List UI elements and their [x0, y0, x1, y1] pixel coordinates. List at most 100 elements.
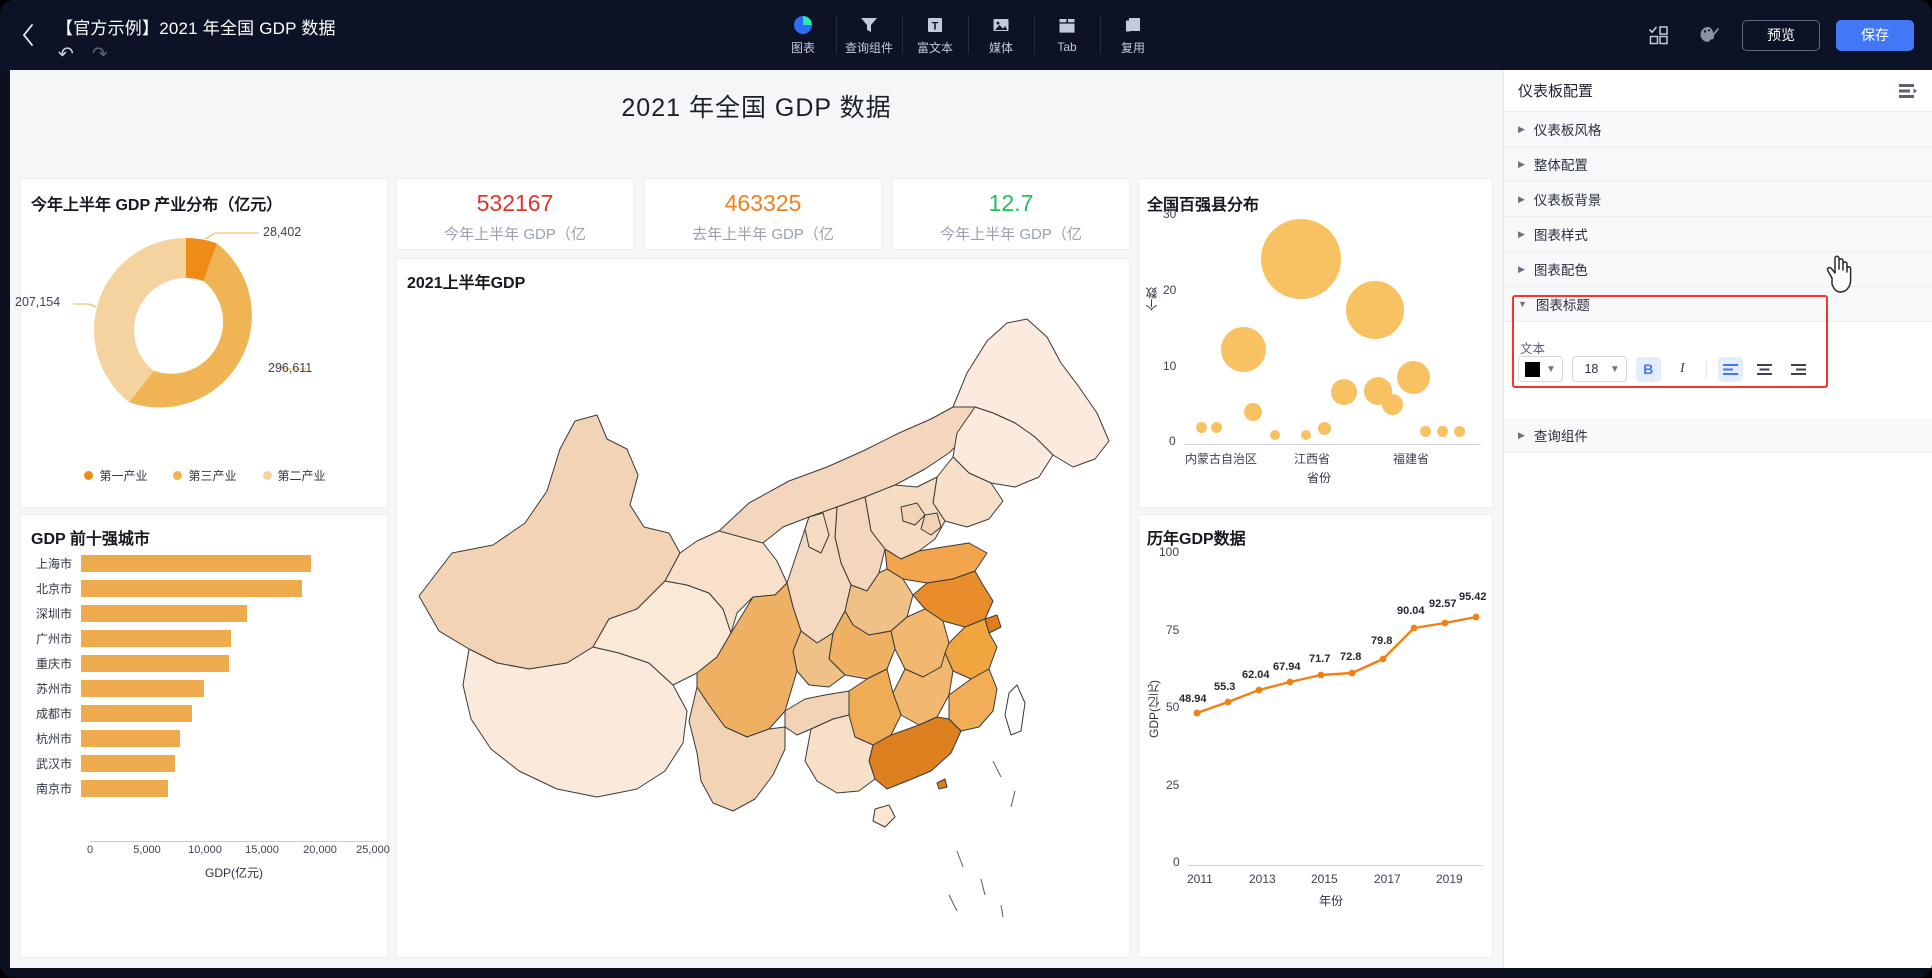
donut-legend: 第一产业 第三产业 第二产业 — [21, 467, 389, 484]
align-center-button[interactable] — [1752, 357, 1777, 382]
table-row[interactable]: 深圳市 — [21, 601, 389, 626]
table-row[interactable]: 重庆市 — [21, 651, 389, 676]
bubble-point[interactable] — [1270, 430, 1280, 440]
tool-filter[interactable]: 查询组件 — [836, 0, 902, 70]
align-right-button[interactable] — [1786, 357, 1811, 382]
sidebar-item-overall-config[interactable]: ▶ 整体配置 — [1504, 147, 1932, 182]
bar-value-1 — [81, 580, 302, 597]
bubble-point[interactable] — [1244, 403, 1262, 421]
bubble-point[interactable] — [1331, 379, 1357, 405]
svg-text:T: T — [932, 20, 939, 32]
sidebar-item-dashboard-style[interactable]: ▶ 仪表板风格 — [1504, 112, 1932, 147]
bubble-point[interactable] — [1437, 426, 1448, 437]
bubble-point[interactable] — [1397, 361, 1430, 394]
sidebar-label-5: 图表标题 — [1535, 298, 1590, 313]
sidebar-item-chart-title[interactable]: ▼ 图表标题 — [1504, 287, 1932, 322]
bubble-point[interactable] — [1211, 422, 1222, 433]
chart-card-gdp-history[interactable]: 历年GDP数据 100 75 50 25 0 GDP(亿元) 2011 2013… — [1138, 514, 1493, 958]
bar-value-7 — [81, 730, 180, 747]
sidebar-item-chart-style[interactable]: ▶ 图表样式 — [1504, 217, 1932, 252]
dashboard-canvas[interactable]: 2021 年全国 GDP 数据 今年上半年 GDP 产业分布（亿元） 28,40… — [10, 70, 1503, 968]
line-point-label-3: 67.94 — [1273, 661, 1301, 673]
bubble-xtick-0: 内蒙古自治区 — [1185, 452, 1258, 466]
theme-palette-button[interactable] — [1692, 18, 1726, 52]
bubble-ytick-2: 20 — [1163, 283, 1177, 297]
sidebar-label-6: 查询组件 — [1533, 429, 1588, 444]
south-sea-islets — [948, 760, 1016, 918]
dashboard-title: 2021 年全国 GDP 数据 — [621, 94, 892, 122]
bold-button[interactable]: B — [1635, 356, 1661, 382]
chart-card-top-cities[interactable]: GDP 前十强城市 上海市 北京市 深圳市 广州市 重庆市 苏州市 成都市 杭州… — [20, 514, 390, 958]
tool-tab-label: Tab — [1057, 40, 1077, 54]
italic-button[interactable]: I — [1670, 357, 1695, 382]
table-row[interactable]: 杭州市 — [21, 726, 389, 751]
donut-value-label-2: 296,611 — [268, 361, 313, 375]
font-color-picker[interactable]: ▼ — [1518, 356, 1563, 382]
bubble-point[interactable] — [1382, 394, 1403, 415]
config-panel-title: 仪表板配置 — [1518, 83, 1594, 100]
line-point-label-5: 72.8 — [1340, 651, 1362, 663]
bubble-point[interactable] — [1454, 426, 1465, 437]
bar-x-axis — [90, 841, 378, 842]
table-row[interactable]: 武汉市 — [21, 751, 389, 776]
chevron-right-icon: ▶ — [1518, 123, 1525, 134]
tool-chart[interactable]: 图表 — [770, 0, 836, 70]
table-row[interactable]: 南京市 — [21, 776, 389, 801]
preview-button[interactable]: 预览 — [1742, 19, 1820, 51]
table-row[interactable]: 广州市 — [21, 626, 389, 651]
tool-reuse[interactable]: 复用 — [1100, 0, 1166, 70]
table-row[interactable]: 苏州市 — [21, 676, 389, 701]
legend-item-1[interactable]: 第三产业 — [173, 467, 237, 484]
kpi-card-2[interactable]: 12.7 今年上半年 GDP（亿 — [892, 178, 1130, 250]
table-row[interactable]: 上海市 — [21, 551, 389, 576]
chevron-right-icon: ▶ — [1518, 429, 1525, 440]
save-button[interactable]: 保存 — [1836, 19, 1914, 51]
tool-richtext[interactable]: T 富文本 — [902, 0, 968, 70]
bar-value-0 — [81, 555, 311, 572]
redo-icon[interactable]: ↷ — [92, 45, 108, 64]
tab-icon — [1059, 19, 1075, 33]
back-button[interactable] — [0, 0, 56, 70]
chart-card-top100-counties[interactable]: 全国百强县分布 30 20 10 0 个数 内蒙古自治区 江西省 福建省 省份 — [1138, 178, 1493, 508]
tool-tab[interactable]: Tab — [1034, 0, 1100, 70]
text-group-label: 文本 — [1520, 342, 1546, 356]
bar-xtick-5: 25,000 — [356, 844, 390, 856]
kpi-card-1[interactable]: 463325 去年上半年 GDP（亿 — [644, 178, 882, 250]
bar-value-5 — [81, 680, 204, 697]
chart-card-industry-donut[interactable]: 今年上半年 GDP 产业分布（亿元） 28,402 207,154 296,61… — [15, 178, 389, 508]
kpi-card-0[interactable]: 532167 今年上半年 GDP（亿 — [396, 178, 634, 250]
image-icon — [993, 18, 1009, 31]
undo-icon[interactable]: ↶ — [58, 45, 74, 64]
legend-item-2[interactable]: 第二产业 — [262, 467, 326, 484]
sidebar-item-dashboard-background[interactable]: ▶ 仪表板背景 — [1504, 182, 1932, 217]
sidebar-item-query-widget[interactable]: ▶ 查询组件 — [1504, 418, 1932, 453]
bubble-point[interactable] — [1221, 327, 1266, 372]
tool-media[interactable]: 媒体 — [968, 0, 1034, 70]
bar-xtick-1: 5,000 — [133, 844, 161, 856]
chart-card-china-map[interactable]: 2021上半年GDP — [396, 258, 1130, 958]
kpi-value-0: 532167 — [476, 190, 554, 216]
bubble-point[interactable] — [1318, 422, 1331, 435]
tool-media-label: 媒体 — [988, 40, 1013, 55]
list-indent-icon[interactable] — [1899, 83, 1918, 99]
align-left-button[interactable] — [1717, 356, 1743, 382]
layout-grid-button[interactable] — [1642, 18, 1676, 52]
sidebar-item-chart-colors[interactable]: ▶ 图表配色 — [1504, 252, 1932, 287]
bubble-ytick-0: 0 — [1169, 434, 1176, 448]
bubble-point[interactable] — [1261, 219, 1341, 299]
chevron-right-icon: ▶ — [1518, 263, 1525, 274]
tool-filter-label: 查询组件 — [844, 40, 893, 55]
bubble-point[interactable] — [1196, 422, 1207, 433]
bubble-point[interactable] — [1420, 426, 1431, 437]
sidebar-label-3: 图表样式 — [1533, 228, 1588, 243]
table-row[interactable]: 成都市 — [21, 701, 389, 726]
line-point-label-0: 48.94 — [1179, 693, 1207, 705]
bar-category-4: 重庆市 — [35, 657, 72, 671]
config-panel[interactable]: 仪表板配置 ▶ 仪表板风格 ▶ 整体配置 ▶ 仪表板背景 ▶ 图表样式 ▶ 图表… — [1503, 70, 1932, 968]
bubble-point[interactable] — [1301, 430, 1311, 440]
bubble-point[interactable] — [1346, 281, 1404, 339]
legend-item-0[interactable]: 第一产业 — [84, 467, 147, 484]
font-size-select[interactable]: 18 ▼ — [1571, 356, 1627, 382]
text-format-toolbar: ▼ 18 ▼ B I — [1518, 356, 1811, 382]
table-row[interactable]: 北京市 — [21, 576, 389, 601]
